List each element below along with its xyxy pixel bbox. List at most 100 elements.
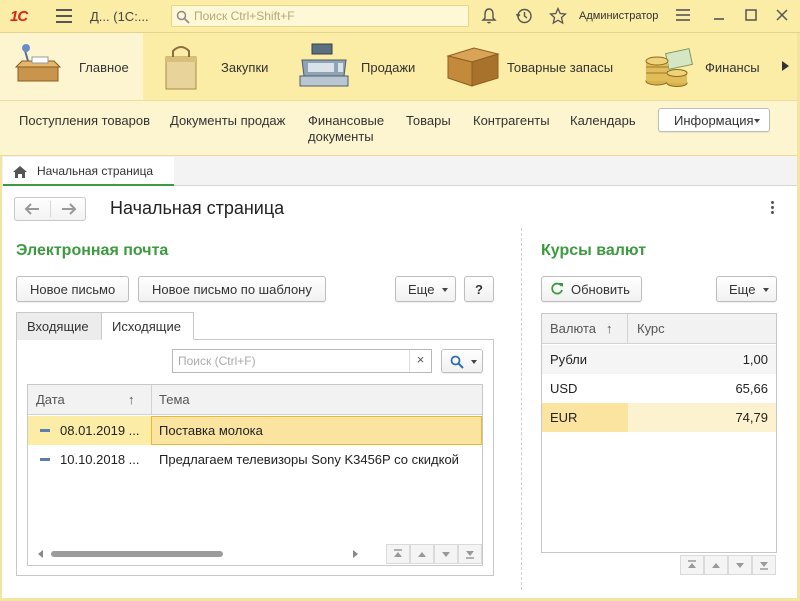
global-search-placeholder: Поиск Ctrl+Shift+F: [194, 9, 295, 23]
section-label: Финансы: [705, 60, 760, 75]
cmd-financial-documents-line2: документы: [308, 129, 374, 144]
table-row[interactable]: 08.01.2019 ... Поставка молока: [28, 416, 482, 445]
close-icon[interactable]: [772, 6, 794, 26]
page-up-icon[interactable]: [410, 544, 434, 564]
history-icon[interactable]: [515, 7, 535, 27]
section-purchases[interactable]: Закупки: [143, 33, 283, 100]
column-subject[interactable]: Тема: [159, 392, 190, 407]
cmd-calendar[interactable]: Календарь: [570, 113, 636, 129]
column-currency[interactable]: Валюта: [550, 321, 596, 336]
bell-icon[interactable]: [480, 7, 500, 27]
table-header: Валюта ↑ Курс: [542, 314, 776, 344]
email-subject: Поставка молока: [159, 423, 263, 438]
section-sales[interactable]: Продажи: [283, 33, 428, 100]
section-label: Продажи: [361, 60, 416, 75]
currency-rate: 74,79: [735, 410, 768, 425]
sections-panel: Главное Закупки Продажи Товарные запасы: [0, 33, 800, 100]
table-row[interactable]: USD 65,66: [542, 374, 776, 403]
email-date: 10.10.2018 ...: [60, 452, 140, 467]
table-row[interactable]: Рубли 1,00: [542, 345, 776, 374]
new-letter-template-label: Новое письмо по шаблону: [152, 282, 312, 297]
section-label: Главное: [79, 60, 129, 75]
column-date[interactable]: Дата: [36, 392, 65, 407]
information-dropdown-button[interactable]: Информация: [658, 108, 770, 132]
help-label: ?: [475, 282, 483, 297]
information-button-label: Информация: [674, 113, 754, 128]
star-icon[interactable]: [548, 6, 569, 27]
section-main[interactable]: Главное: [0, 33, 143, 100]
tab-outbox[interactable]: Исходящие: [101, 312, 194, 340]
page-down-icon[interactable]: [728, 555, 752, 575]
global-search-input[interactable]: Поиск Ctrl+Shift+F: [171, 5, 469, 27]
first-page-icon[interactable]: [386, 544, 410, 564]
sort-ascending-icon: ↑: [606, 321, 613, 336]
table-row[interactable]: EUR 74,79: [542, 403, 776, 432]
scroll-right-icon[interactable]: [351, 549, 359, 559]
settings-menu-icon[interactable]: [673, 6, 695, 26]
help-button[interactable]: ?: [464, 276, 494, 302]
search-icon: [176, 10, 190, 24]
cash-register-icon: [299, 43, 349, 87]
refresh-button[interactable]: Обновить: [541, 276, 642, 302]
cmd-goods-receipts[interactable]: Поступления товаров: [19, 113, 150, 129]
minimize-icon[interactable]: [709, 6, 731, 26]
email-search-button[interactable]: [441, 349, 483, 373]
email-table-nav: [386, 544, 482, 564]
main-menu-icon[interactable]: [56, 9, 72, 23]
1c-logo: 1С: [10, 8, 28, 25]
cmd-goods[interactable]: Товары: [406, 113, 451, 129]
email-group-title: Электронная почта: [16, 242, 169, 259]
chevron-down-icon: [763, 288, 769, 292]
clear-search-icon[interactable]: ×: [409, 350, 431, 372]
tab-inbox[interactable]: Входящие: [16, 312, 102, 340]
first-page-icon[interactable]: [680, 555, 704, 575]
email-more-label: Еще: [408, 282, 435, 297]
new-letter-from-template-button[interactable]: Новое письмо по шаблону: [138, 276, 326, 302]
search-icon: [450, 355, 464, 369]
section-inventory[interactable]: Товарные запасы: [428, 33, 628, 100]
chevron-down-icon: [754, 119, 760, 123]
tab-home-page[interactable]: Начальная страница: [3, 157, 174, 186]
horizontal-scrollbar[interactable]: [37, 549, 359, 559]
currency-name: EUR: [550, 410, 578, 425]
user-name[interactable]: Администратор: [579, 10, 658, 22]
section-finance[interactable]: Финансы: [628, 33, 778, 100]
page-down-icon[interactable]: [434, 544, 458, 564]
email-icon: [40, 458, 50, 461]
email-more-button[interactable]: Еще: [395, 276, 456, 302]
cmd-financial-documents[interactable]: Финансовые документы: [308, 113, 384, 145]
email-subject: Предлагаем телевизоры Sony K3456P со ски…: [159, 452, 459, 467]
currency-name: Рубли: [550, 352, 588, 367]
column-rate[interactable]: Курс: [637, 321, 665, 336]
currency-more-label: Еще: [729, 282, 756, 297]
refresh-icon: [551, 282, 563, 295]
page-up-icon[interactable]: [704, 555, 728, 575]
email-icon: [40, 429, 50, 432]
table-header: Дата ↑ Тема: [28, 385, 482, 415]
currency-table: Валюта ↑ Курс Рубли 1,00 USD 65,66 EUR 7…: [541, 313, 777, 553]
cmd-counterparties[interactable]: Контрагенты: [473, 113, 550, 129]
column-divider: [521, 228, 522, 590]
currency-name: USD: [550, 381, 578, 396]
cmd-sales-documents[interactable]: Документы продаж: [170, 113, 285, 129]
sections-scroll-right-icon[interactable]: [779, 59, 793, 73]
email-search-placeholder: Поиск (Ctrl+F): [178, 354, 256, 368]
email-search-input[interactable]: Поиск (Ctrl+F) ×: [172, 349, 432, 373]
scroll-left-icon[interactable]: [37, 549, 45, 559]
email-date: 08.01.2019 ...: [60, 423, 140, 438]
scrollbar-thumb[interactable]: [51, 551, 223, 557]
desk-icon: [14, 44, 62, 82]
window-border: [0, 156, 2, 601]
more-actions-icon[interactable]: [768, 201, 776, 217]
back-arrow-icon[interactable]: [23, 202, 43, 216]
navigation-buttons: [14, 197, 86, 221]
forward-arrow-icon[interactable]: [58, 202, 78, 216]
table-row[interactable]: 10.10.2018 ... Предлагаем телевизоры Son…: [28, 445, 482, 474]
currency-more-button[interactable]: Еще: [716, 276, 777, 302]
email-table: Дата ↑ Тема 08.01.2019 ... Поставка моло…: [27, 384, 483, 566]
last-page-icon[interactable]: [752, 555, 776, 575]
maximize-icon[interactable]: [741, 6, 763, 26]
new-letter-button[interactable]: Новое письмо: [16, 276, 129, 302]
chevron-down-icon: [471, 360, 477, 364]
last-page-icon[interactable]: [458, 544, 482, 564]
